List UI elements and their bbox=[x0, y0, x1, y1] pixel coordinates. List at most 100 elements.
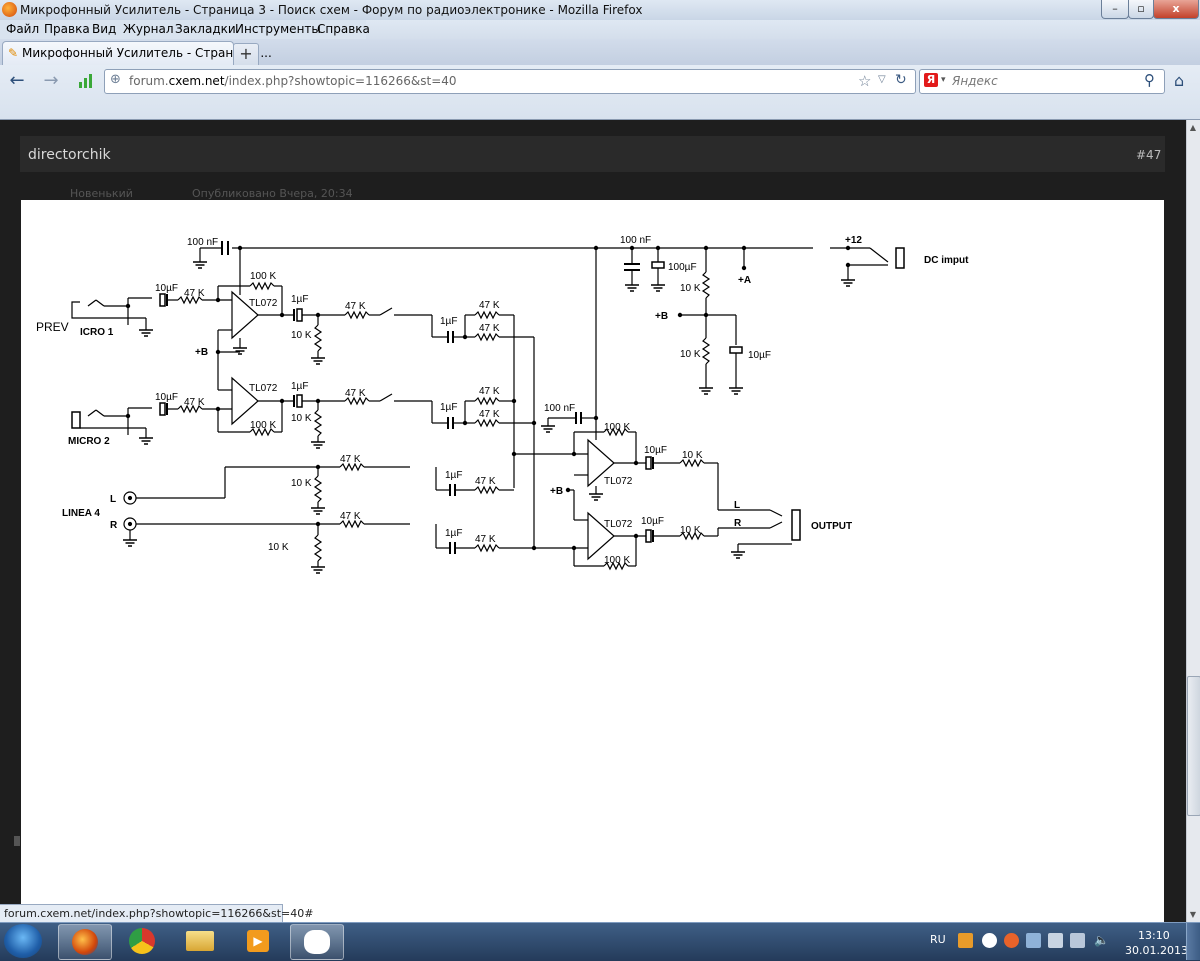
label-linea: LINEA 4 bbox=[62, 508, 100, 519]
label-r10k-out2: 10 K bbox=[680, 525, 701, 536]
menu-file[interactable]: Файл bbox=[6, 22, 39, 36]
label-out-l: L bbox=[734, 500, 740, 511]
label-r47k-mid2: 47 K bbox=[345, 388, 366, 399]
tray-network-icon[interactable] bbox=[1070, 933, 1085, 948]
label-r47k-line-r2: 47 K bbox=[475, 534, 496, 545]
url-text[interactable]: forum.cxem.net/index.php?showtopic=11626… bbox=[129, 74, 457, 88]
label-r47k-in2: 47 K bbox=[184, 397, 205, 408]
label-c1u-line-r: 1µF bbox=[445, 528, 462, 539]
tray-ghost-icon[interactable] bbox=[982, 933, 997, 948]
label-tl072-1: TL072 bbox=[249, 298, 278, 309]
label-plus-b-left: +B bbox=[195, 347, 208, 358]
label-c1u-2: 1µF bbox=[291, 381, 308, 392]
post-author[interactable]: directorchik bbox=[28, 147, 111, 163]
taskbar-media[interactable]: ▶ bbox=[232, 924, 284, 958]
show-desktop-button[interactable] bbox=[1186, 923, 1200, 960]
label-plus12: +12 bbox=[845, 235, 862, 246]
label-r100k-3: 100 K bbox=[604, 422, 630, 433]
menu-view[interactable]: Вид bbox=[92, 22, 116, 36]
bookmark-star-icon[interactable]: ☆ bbox=[858, 72, 871, 90]
label-r10k-line-l: 10 K bbox=[291, 478, 312, 489]
reload-icon[interactable]: ↻ bbox=[895, 72, 907, 88]
label-output: OUTPUT bbox=[811, 521, 852, 532]
label-line-r: R bbox=[110, 520, 118, 531]
label-c1u-mix2: 1µF bbox=[440, 402, 457, 413]
language-indicator[interactable]: RU bbox=[930, 933, 946, 946]
new-tab-button[interactable]: + bbox=[233, 43, 259, 66]
label-tl072-2: TL072 bbox=[249, 383, 278, 394]
label-c-mix: 100 nF bbox=[544, 403, 575, 414]
label-r47k-line-l2: 47 K bbox=[475, 476, 496, 487]
pencil-icon: ✎ bbox=[8, 46, 19, 60]
label-r47k-line-r: 47 K bbox=[340, 511, 361, 522]
label-out-r: R bbox=[734, 518, 742, 529]
taskbar-chrome[interactable] bbox=[116, 924, 168, 958]
label-c10u-2: 10µF bbox=[155, 392, 178, 403]
label-tl072-4: TL072 bbox=[604, 519, 633, 530]
menu-edit[interactable]: Правка bbox=[44, 22, 90, 36]
label-c10u-4: 10µF bbox=[641, 516, 664, 527]
label-r10k-1: 10 K bbox=[291, 330, 312, 341]
minimize-button[interactable]: – bbox=[1101, 0, 1129, 19]
taskbar-app[interactable] bbox=[290, 924, 344, 960]
clock-time[interactable]: 13:10 bbox=[1138, 929, 1170, 942]
volume-icon[interactable]: 🔈 bbox=[1094, 933, 1109, 948]
tray-satellite-icon[interactable] bbox=[1048, 933, 1063, 948]
label-r10k-a: 10 K bbox=[680, 283, 701, 294]
tray-shield-icon[interactable] bbox=[1004, 933, 1019, 948]
forward-button[interactable]: → bbox=[40, 71, 62, 91]
post-author-rank: Новенький bbox=[70, 187, 133, 200]
label-r10k-b: 10 K bbox=[680, 349, 701, 360]
scroll-up-icon[interactable]: ▲ bbox=[1186, 121, 1200, 135]
label-r47k-mix1a: 47 K bbox=[479, 300, 500, 311]
taskbar-explorer[interactable] bbox=[174, 924, 226, 958]
history-dropdown-icon[interactable]: ▽ bbox=[878, 74, 886, 85]
yandex-logo-icon[interactable]: Я bbox=[924, 73, 938, 87]
post-number[interactable]: #47 bbox=[1136, 148, 1161, 162]
schematic-svg: 100 nF 100 nF 100µF +12 DC imput +A 10 K… bbox=[36, 235, 969, 574]
scroll-down-icon[interactable]: ▼ bbox=[1186, 908, 1200, 922]
folder-icon bbox=[186, 931, 214, 951]
label-c-top: 100 nF bbox=[187, 237, 218, 248]
scrollbar-thumb[interactable] bbox=[1187, 676, 1200, 816]
maximize-button[interactable]: ▫ bbox=[1128, 0, 1154, 19]
window-title: Микрофонный Усилитель - Страница 3 - Пои… bbox=[20, 3, 643, 17]
ghost-icon bbox=[304, 930, 330, 954]
label-c1u-mix1: 1µF bbox=[440, 316, 457, 327]
close-button[interactable]: x bbox=[1153, 0, 1199, 19]
label-r10k-out1: 10 K bbox=[682, 450, 703, 461]
search-icon[interactable]: ⚲ bbox=[1144, 71, 1155, 89]
tray-monitor-icon[interactable] bbox=[1026, 933, 1041, 948]
search-input[interactable]: Яндекс bbox=[952, 74, 998, 88]
label-micro2: MICRO 2 bbox=[68, 436, 110, 447]
label-prev: PREV bbox=[36, 320, 69, 334]
menu-bookmarks[interactable]: Закладки bbox=[175, 22, 236, 36]
label-tl072-3: TL072 bbox=[604, 476, 633, 487]
page-edge-mark bbox=[14, 836, 20, 846]
label-r47k-mix2b: 47 K bbox=[479, 409, 500, 420]
back-button[interactable]: ← bbox=[6, 71, 28, 91]
label-c1u-line-l: 1µF bbox=[445, 470, 462, 481]
label-r47k-in1: 47 K bbox=[184, 288, 205, 299]
label-plus-b-right: +B bbox=[655, 311, 668, 322]
start-button[interactable] bbox=[4, 924, 42, 958]
post-header bbox=[20, 136, 1165, 172]
home-icon[interactable]: ⌂ bbox=[1174, 71, 1184, 90]
label-r100k-2: 100 K bbox=[250, 420, 276, 431]
clock-date[interactable]: 30.01.2013 bbox=[1125, 944, 1188, 957]
firefox-icon bbox=[2, 2, 17, 17]
engine-dropdown-icon[interactable]: ▾ bbox=[941, 75, 946, 85]
signal-icon bbox=[79, 74, 92, 88]
label-r100k-4: 100 K bbox=[604, 555, 630, 566]
media-player-icon: ▶ bbox=[247, 930, 269, 952]
taskbar-firefox[interactable] bbox=[58, 924, 112, 960]
status-link: forum.cxem.net/index.php?showtopic=11626… bbox=[4, 907, 314, 920]
label-c10u-right: 10µF bbox=[748, 350, 771, 361]
label-c10u-1: 10µF bbox=[155, 283, 178, 294]
label-r100k-1: 100 K bbox=[250, 271, 276, 282]
schematic-image: 100 nF 100 nF 100µF +12 DC imput +A 10 K… bbox=[21, 200, 1164, 924]
tray-app-icon[interactable] bbox=[958, 933, 973, 948]
menu-help[interactable]: Справка bbox=[317, 22, 370, 36]
menu-tools[interactable]: Инструменты bbox=[235, 22, 321, 36]
menu-history[interactable]: Журнал bbox=[123, 22, 174, 36]
